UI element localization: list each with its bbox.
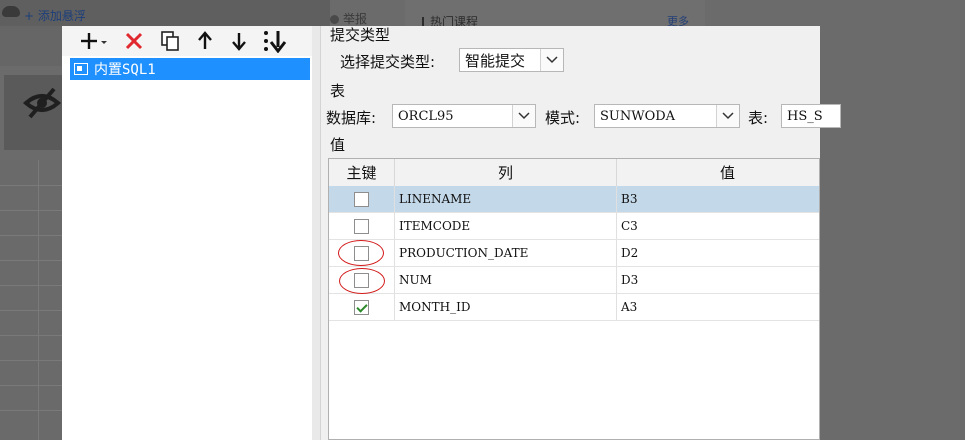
sql-dataset-icon (74, 63, 88, 75)
copy-icon (161, 31, 179, 51)
add-hover-link: + 添加悬浮 (24, 9, 86, 23)
chevron-down-icon[interactable] (540, 49, 563, 71)
table-row[interactable]: NUM D3 (329, 267, 819, 294)
table-value: HS_S (787, 108, 823, 124)
grid-line (0, 285, 62, 286)
grid-line (0, 260, 62, 261)
copy-dataset-button[interactable] (158, 29, 182, 53)
table-row[interactable]: MONTH_ID A3 (329, 294, 819, 321)
value-cell[interactable]: A3 (617, 294, 819, 320)
grid-line (0, 335, 62, 336)
sort-button[interactable] (261, 29, 291, 53)
schema-select[interactable]: SUNWODA (594, 104, 740, 128)
grid-line (0, 385, 62, 386)
grid-line (0, 210, 62, 211)
table-select[interactable]: HS_S (781, 104, 841, 128)
arrow-down-icon (232, 33, 246, 51)
table-label: 表: (748, 109, 769, 127)
grid-line (38, 160, 39, 440)
column-header-column[interactable]: 列 (395, 159, 617, 186)
submit-type-label: 选择提交类型: (340, 53, 436, 71)
column-cell[interactable]: LINENAME (395, 186, 617, 212)
value-cell[interactable]: C3 (617, 213, 819, 239)
table-row[interactable]: PRODUCTION_DATE D2 (329, 240, 819, 267)
sort-down-icon (264, 31, 287, 53)
cloud-icon (2, 6, 20, 17)
dataset-toolbar (62, 26, 312, 56)
submit-type-section-label: 提交类型 (330, 26, 391, 44)
table-row[interactable]: LINENAME B3 (329, 186, 819, 213)
grid-line (0, 360, 62, 361)
value-cell[interactable]: D3 (617, 267, 819, 293)
submit-type-select[interactable]: 智能提交 (459, 48, 564, 72)
background-panel (4, 75, 66, 150)
tree-item-sql1[interactable]: 内置SQL1 (70, 58, 310, 80)
value-section-label: 值 (330, 136, 346, 154)
submit-type-value: 智能提交 (465, 51, 526, 70)
background-spreadsheet-grid (0, 160, 62, 440)
annotation-circle (338, 240, 384, 266)
background-ruler (0, 26, 62, 66)
database-label: 数据库: (326, 109, 377, 127)
chevron-down-icon[interactable] (716, 105, 739, 127)
schema-label: 模式: (545, 109, 581, 127)
database-select[interactable]: ORCL95 (392, 104, 536, 128)
database-value: ORCL95 (398, 108, 454, 124)
value-table: 主键 列 值 LINENAME B3 ITEMCODE C3 PRODUCTIO… (328, 158, 820, 440)
column-cell[interactable]: ITEMCODE (395, 213, 617, 239)
add-dataset-button[interactable] (78, 29, 112, 53)
arrow-up-icon (198, 31, 212, 49)
table-row[interactable]: ITEMCODE C3 (329, 213, 819, 240)
red-x-icon (125, 32, 143, 50)
dataset-panel: 内置SQL1 (62, 26, 313, 440)
value-table-header: 主键 列 值 (329, 159, 819, 187)
move-up-button[interactable] (193, 29, 217, 53)
tree-item-label: 内置SQL1 (94, 62, 156, 78)
submit-settings-dialog: 内置SQL1 提交类型 选择提交类型: 智能提交 表 数据库: ORCL95 模… (62, 26, 841, 440)
grid-line (0, 410, 62, 411)
column-cell[interactable]: MONTH_ID (395, 294, 617, 320)
grid-line (0, 235, 62, 236)
panel-splitter[interactable] (312, 26, 321, 440)
plus-dropdown-icon (81, 33, 107, 49)
primary-key-checkbox[interactable] (354, 218, 369, 234)
primary-key-checkbox[interactable] (354, 191, 369, 207)
grid-line (0, 185, 62, 186)
table-section-label: 表 (330, 82, 346, 100)
primary-key-checkbox-checked[interactable] (354, 299, 369, 315)
column-cell[interactable]: NUM (395, 267, 617, 293)
value-cell[interactable]: B3 (617, 186, 819, 212)
grid-line (0, 310, 62, 311)
column-header-value[interactable]: 值 (617, 159, 819, 186)
chevron-down-icon[interactable] (512, 105, 535, 127)
value-cell[interactable]: D2 (617, 240, 819, 266)
column-header-primary-key[interactable]: 主键 (329, 159, 395, 186)
hidden-eye-icon (22, 87, 62, 119)
schema-value: SUNWODA (600, 108, 676, 124)
submit-config-panel: 提交类型 选择提交类型: 智能提交 表 数据库: ORCL95 模式: SUNW… (324, 26, 841, 440)
info-icon (330, 15, 339, 24)
move-down-button[interactable] (227, 29, 251, 53)
column-cell[interactable]: PRODUCTION_DATE (395, 240, 617, 266)
annotation-circle (339, 268, 385, 294)
delete-dataset-button[interactable] (122, 29, 146, 53)
